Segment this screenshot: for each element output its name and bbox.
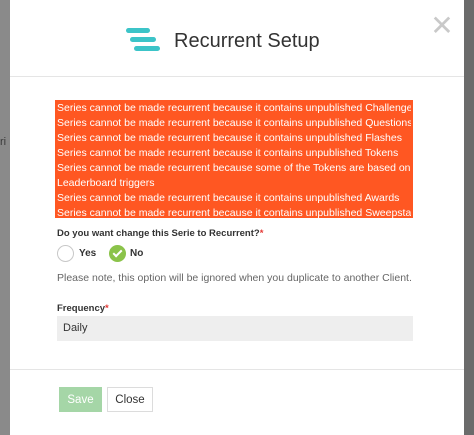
checkmark-icon (112, 247, 123, 258)
save-button[interactable]: Save (59, 387, 102, 412)
error-message: Series cannot be made recurrent because … (57, 132, 402, 144)
recurrent-question-label: Do you want change this Serie to Recurre… (57, 228, 264, 239)
duplicate-note: Please note, this option will be ignored… (57, 272, 412, 284)
close-icon[interactable]: ✕ (428, 12, 456, 40)
error-message: Series cannot be made recurrent because … (57, 192, 400, 204)
modal-header: Recurrent Setup (10, 0, 464, 77)
radio-yes[interactable] (57, 245, 74, 262)
error-message-box: Series cannot be made recurrent because … (55, 100, 413, 219)
background-text-fragment: ri (0, 136, 7, 148)
frequency-label: Frequency* (57, 303, 109, 314)
error-message: Series cannot be made recurrent because … (57, 162, 411, 189)
radio-yes-label[interactable]: Yes (79, 248, 96, 259)
required-mark: * (259, 228, 264, 239)
modal-footer: Save Close (10, 369, 464, 435)
close-button[interactable]: Close (107, 387, 153, 412)
required-mark: * (105, 303, 109, 314)
recurrent-setup-modal: Recurrent Setup Series cannot be made re… (10, 0, 464, 435)
radio-no[interactable] (109, 245, 126, 262)
frequency-select[interactable]: Daily (57, 316, 413, 341)
error-message: Series cannot be made recurrent because … (57, 147, 399, 159)
error-message: Series cannot be made recurrent because … (57, 117, 411, 129)
radio-no-label[interactable]: No (130, 248, 143, 259)
error-message: Series cannot be made recurrent because … (57, 207, 411, 219)
error-message: Series cannot be made recurrent because … (57, 102, 411, 114)
app-logo-icon (126, 28, 160, 52)
modal-title: Recurrent Setup (174, 30, 320, 52)
